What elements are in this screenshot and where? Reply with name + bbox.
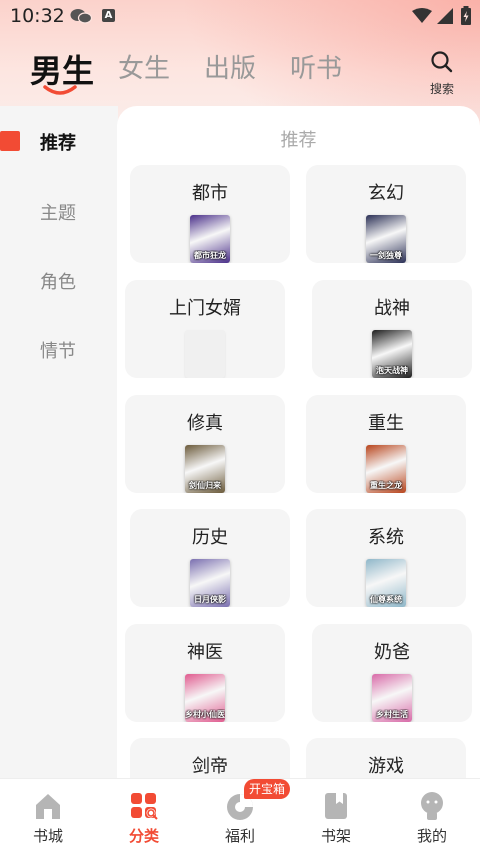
nav-label: 福利 <box>224 827 255 845</box>
category-card[interactable]: 历史 日月侠影 <box>130 509 290 607</box>
category-card[interactable]: 游戏 <box>306 738 466 778</box>
category-card[interactable]: 修真 剑仙归来 <box>125 395 285 493</box>
book-cover-title: 泡天战神 <box>376 366 408 375</box>
book-cover-title: 日月侠影 <box>194 595 226 604</box>
tab-female[interactable]: 女生 <box>118 48 170 85</box>
category-card[interactable]: 系统 仙尊系统 <box>306 509 466 607</box>
search-button[interactable]: 搜索 <box>420 50 464 96</box>
category-card[interactable]: 神医 乡村小仙医 <box>125 624 285 722</box>
book-cover: 乡村小仙医 <box>185 674 225 722</box>
category-card[interactable]: 上门女婿 <box>125 280 285 378</box>
nav-profile[interactable]: 我的 <box>384 779 480 852</box>
active-marker <box>0 131 20 151</box>
side-item-label: 主题 <box>40 203 76 224</box>
category-card[interactable]: 奶爸 乡村生活 <box>312 624 472 722</box>
home-icon <box>33 791 63 821</box>
status-time: 10:32 <box>10 5 65 27</box>
battery-icon <box>460 6 472 30</box>
category-label: 上门女婿 <box>169 298 241 319</box>
book-cover: 乡村生活 <box>372 674 412 722</box>
book-cover: 日月侠影 <box>190 559 230 607</box>
wifi-icon <box>412 8 432 28</box>
search-icon <box>430 51 454 78</box>
nav-label: 我的 <box>416 827 447 845</box>
a-notification-icon: A <box>102 9 115 22</box>
category-label: 玄幻 <box>368 183 404 204</box>
book-cover-title: 重生之龙 <box>370 481 402 490</box>
signal-icon <box>436 7 454 29</box>
category-label: 修真 <box>187 413 223 434</box>
book-cover-title: 剑仙归来 <box>189 481 221 490</box>
welfare-badge: 开宝箱 <box>244 779 290 799</box>
search-label: 搜索 <box>429 82 454 96</box>
bookshelf-icon <box>321 791 351 821</box>
book-cover-title: 乡村生活 <box>376 710 408 719</box>
profile-icon <box>417 791 447 821</box>
book-cover <box>185 330 225 378</box>
status-bar: 10:32 A <box>0 0 480 32</box>
nav-category[interactable]: 分类 <box>96 779 192 852</box>
category-side-nav: 推荐 主题 角色 情节 <box>0 106 118 778</box>
book-cover-title: 乡村小仙医 <box>185 710 225 719</box>
category-label: 战神 <box>374 298 410 319</box>
book-cover-title: 仙尊系统 <box>370 595 402 604</box>
category-label: 剑帝 <box>192 756 228 777</box>
side-item-label: 情节 <box>40 341 76 362</box>
nav-label: 分类 <box>128 827 159 845</box>
book-cover: 都市狂龙 <box>190 215 230 263</box>
side-item-label: 角色 <box>40 272 76 293</box>
category-label: 都市 <box>192 183 228 204</box>
category-grid-icon <box>129 791 159 821</box>
side-item-theme[interactable]: 主题 <box>0 190 118 230</box>
book-cover-title: 一剑独尊 <box>370 251 402 260</box>
category-content: 推荐 都市 都市狂龙 玄幻 一剑独尊 上门女婿 战神 泡天战神 修真 剑仙归来 重生 重生之龙 历史日… <box>117 106 480 778</box>
book-cover: 仙尊系统 <box>366 559 406 607</box>
nav-bookstore[interactable]: 书城 <box>0 779 96 852</box>
category-label: 奶爸 <box>374 642 410 663</box>
book-cover: 一剑独尊 <box>366 215 406 263</box>
book-cover-title: 都市狂龙 <box>194 251 226 260</box>
side-item-plot[interactable]: 情节 <box>0 328 118 368</box>
category-label: 重生 <box>368 413 404 434</box>
tab-audiobook[interactable]: 听书 <box>290 48 342 85</box>
tab-publish[interactable]: 出版 <box>204 48 256 85</box>
side-item-label: 推荐 <box>40 133 76 154</box>
side-item-recommend[interactable]: 推荐 <box>0 120 118 160</box>
category-card[interactable]: 玄幻 一剑独尊 <box>306 165 466 263</box>
category-card[interactable]: 都市 都市狂龙 <box>130 165 290 263</box>
book-cover: 重生之龙 <box>366 445 406 493</box>
category-label: 神医 <box>187 642 223 663</box>
nav-label: 书架 <box>320 827 351 845</box>
nav-bookshelf[interactable]: 书架 <box>288 779 384 852</box>
book-cover: 泡天战神 <box>372 330 412 378</box>
wechat-icon <box>70 8 93 28</box>
tab-active-indicator <box>42 82 78 101</box>
category-label: 历史 <box>192 527 228 548</box>
category-label: 系统 <box>368 527 404 548</box>
bottom-nav: 书城 分类 福利 书架 我的 <box>0 778 480 852</box>
category-card[interactable]: 战神 泡天战神 <box>312 280 472 378</box>
nav-label: 书城 <box>32 827 63 845</box>
book-cover: 剑仙归来 <box>185 445 225 493</box>
category-card[interactable]: 剑帝 <box>130 738 290 778</box>
side-item-character[interactable]: 角色 <box>0 259 118 299</box>
section-title: 推荐 <box>280 130 317 151</box>
category-label: 游戏 <box>368 756 404 777</box>
category-card[interactable]: 重生 重生之龙 <box>306 395 466 493</box>
